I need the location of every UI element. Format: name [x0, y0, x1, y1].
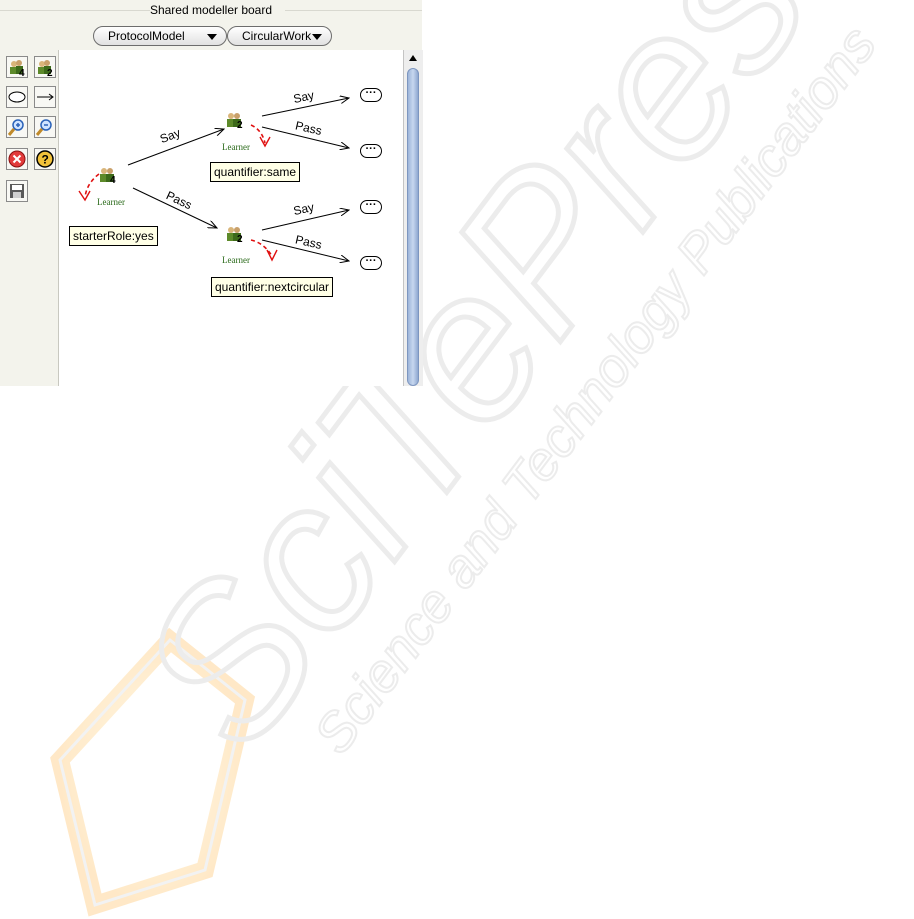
diagram-edges: 4 2 2: [78, 50, 403, 386]
chevron-down-icon: [312, 34, 322, 40]
panel-title: Shared modeller board: [149, 3, 273, 17]
save-button[interactable]: [6, 180, 28, 202]
scroll-thumb[interactable]: [407, 68, 419, 386]
zoom-out-button[interactable]: [34, 116, 56, 138]
delete-button[interactable]: [6, 148, 28, 170]
model-type-dropdown[interactable]: ProtocolModel: [93, 26, 227, 46]
model-type-value: ProtocolModel: [108, 29, 185, 43]
model-name-dropdown[interactable]: CircularWork: [227, 26, 332, 46]
lower-attribute-box[interactable]: quantifier:nextcircular: [211, 277, 334, 297]
zoom-in-button[interactable]: [6, 116, 28, 138]
lower-role-icon[interactable]: 2: [227, 227, 243, 245]
zoom-in-icon: [7, 119, 24, 136]
help-icon: ?: [36, 150, 54, 168]
root-node-label: Learner: [97, 197, 125, 207]
add-role-2-icon: 2: [38, 60, 53, 79]
lower-node-label: Learner: [222, 255, 250, 265]
shared-modeller-panel: Shared modeller board ProtocolModel Circ…: [0, 0, 423, 386]
save-icon: [10, 184, 24, 198]
lower-say-target-node[interactable]: ···: [360, 200, 382, 214]
lower-pass-target-node[interactable]: ···: [360, 256, 382, 270]
vertical-scrollbar[interactable]: [403, 50, 423, 386]
help-button[interactable]: ?: [34, 148, 56, 170]
tool-palette: 4 2 ?: [0, 50, 59, 386]
upper-say-target-node[interactable]: ···: [360, 88, 382, 102]
delete-icon: [8, 150, 26, 168]
model-name-value: CircularWork: [242, 29, 312, 43]
modeller-canvas[interactable]: 4 2 2 Say Pass Say Pass Say Pass Learner…: [59, 50, 403, 386]
svg-text:?: ?: [42, 153, 49, 167]
root-self-loop[interactable]: [78, 173, 100, 202]
upper-attribute-box[interactable]: quantifier:same: [210, 162, 301, 182]
upper-node-label: Learner: [222, 142, 250, 152]
svg-text:2: 2: [237, 120, 243, 131]
ellipse-node-icon: [8, 91, 26, 103]
upper-pass-target-node[interactable]: ···: [360, 144, 382, 158]
svg-text:2: 2: [47, 68, 53, 77]
add-role-2-button[interactable]: 2: [34, 56, 56, 79]
svg-text:4: 4: [110, 175, 116, 186]
svg-text:2: 2: [237, 234, 243, 245]
svg-text:4: 4: [19, 68, 25, 77]
root-role-icon[interactable]: 4: [100, 168, 116, 186]
upper-role-icon[interactable]: 2: [227, 113, 243, 131]
add-role-4-button[interactable]: 4: [6, 56, 28, 79]
scroll-up-button[interactable]: [404, 50, 423, 66]
root-attribute-box[interactable]: starterRole:yes: [69, 226, 158, 246]
zoom-out-icon: [35, 119, 52, 136]
watermark-logo-shape: [50, 627, 256, 917]
add-connector-button[interactable]: [34, 86, 56, 108]
chevron-down-icon: [207, 34, 217, 40]
add-ellipse-node-button[interactable]: [6, 86, 28, 108]
add-role-4-icon: 4: [10, 60, 25, 79]
arrow-connector-icon: [37, 93, 54, 101]
